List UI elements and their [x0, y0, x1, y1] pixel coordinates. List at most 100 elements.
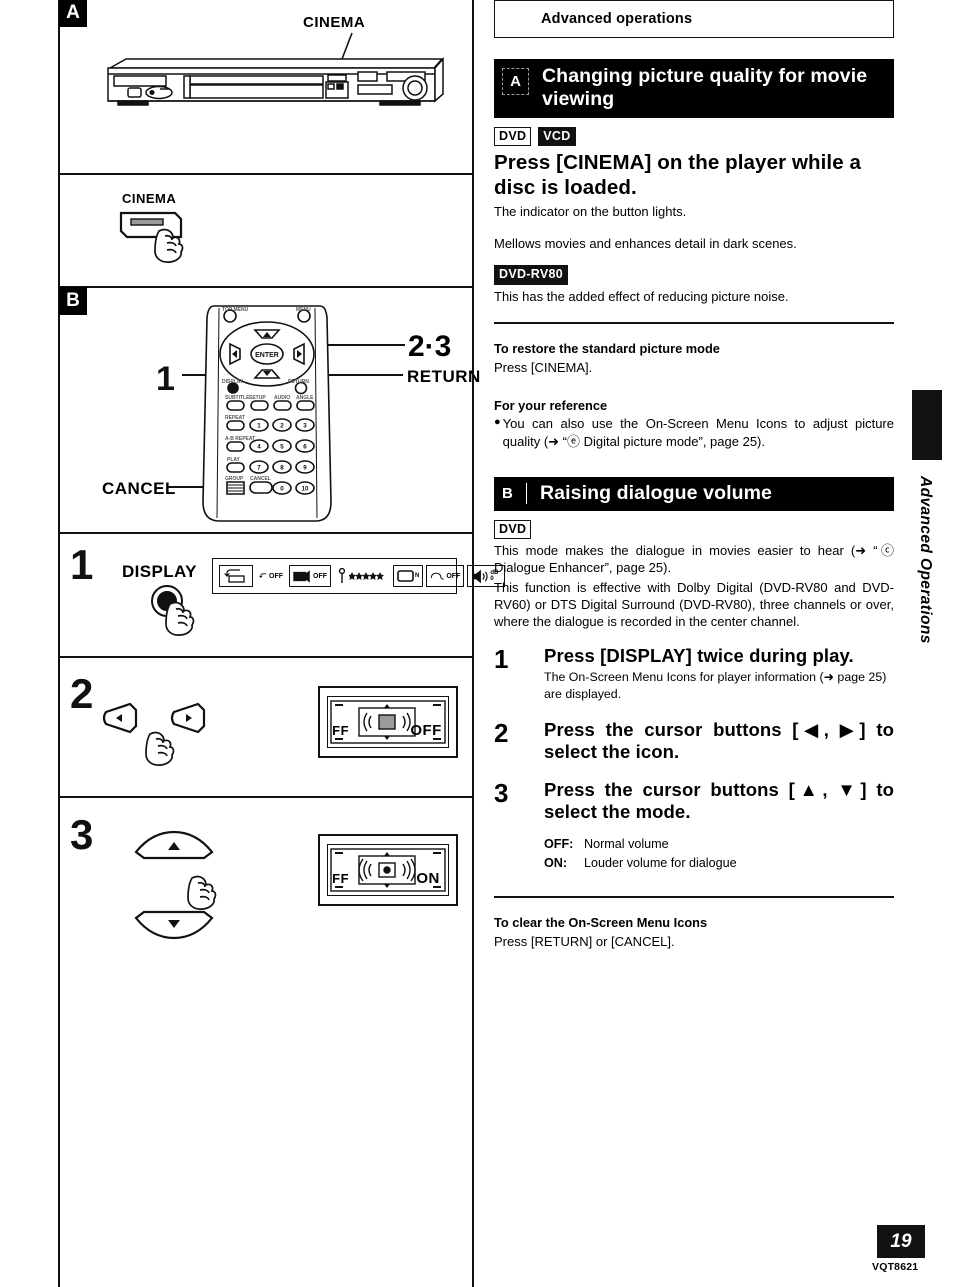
- step-number-1: 1: [70, 541, 94, 588]
- tv-screen-off: FF OFF: [318, 686, 458, 758]
- svg-text:TOP MENU: TOP MENU: [222, 307, 249, 313]
- cinema-button-label: CINEMA: [122, 191, 177, 206]
- svg-text:AUDIO: AUDIO: [274, 395, 290, 401]
- badge-vcd: VCD: [538, 126, 576, 147]
- svg-text:CANCEL: CANCEL: [250, 476, 271, 482]
- svg-text:6: 6: [303, 444, 307, 451]
- side-tab: Advanced Operations: [905, 455, 945, 665]
- mode-value-off: Normal volume: [584, 836, 669, 851]
- reference-bullet: ● You can also use the On-Screen Menu Ic…: [494, 415, 894, 451]
- display-button-label: DISPLAY: [122, 562, 197, 581]
- svg-text:7: 7: [257, 465, 261, 472]
- svg-text:4: 4: [257, 444, 261, 451]
- svg-text:3: 3: [303, 423, 307, 430]
- clear-heading: To clear the On-Screen Menu Icons: [494, 914, 708, 930]
- instruction-detail-1: The On-Screen Menu Icons for player info…: [544, 670, 887, 701]
- play-speed-icon: OFF: [426, 565, 465, 587]
- instruction-heading-3: Press the cursor buttons [▲, ▼] to selec…: [544, 778, 894, 822]
- tv-off-left-label: FF: [332, 722, 350, 738]
- section-a-model-note: This has the added effect of reducing pi…: [494, 288, 789, 304]
- screen-mode-icon: N: [393, 565, 424, 587]
- svg-text:2: 2: [280, 423, 284, 430]
- section-letter-b: B: [502, 482, 527, 504]
- mode-row-off: OFF: Normal volume: [544, 835, 894, 855]
- ud-cursor-illustration: [134, 830, 217, 940]
- svg-text:SUBTITLE: SUBTITLE: [225, 395, 250, 401]
- section-header-b: B Raising dialogue volume: [494, 476, 894, 511]
- tv-on-label: ON: [416, 869, 440, 887]
- instruction-step-3: 3 Press the cursor buttons [▲, ▼] to sel…: [494, 779, 894, 823]
- panel-step-ud: 3 FF ON: [60, 798, 472, 1287]
- section-a-statement: Press [CINEMA] on the player while a dis…: [494, 151, 861, 199]
- tv-screen-on-inner: FF ON: [327, 843, 449, 897]
- mode-row-on: ON: Louder volume for dialogue: [544, 854, 894, 874]
- model-badge-row: DVD-RV80: [494, 265, 894, 285]
- restore-heading: To restore the standard picture mode: [494, 340, 720, 356]
- restore-text: Press [CINEMA].: [494, 359, 593, 375]
- svg-text:5: 5: [280, 444, 284, 451]
- reference-bullet-text: You can also use the On-Screen Menu Icon…: [502, 416, 894, 449]
- instruction-number-2: 2: [494, 718, 509, 749]
- divider-a: [494, 321, 894, 324]
- svg-text:0: 0: [280, 486, 284, 493]
- badge-dvd-rv80: DVD-RV80: [494, 265, 568, 285]
- side-tab-label: Advanced Operations: [917, 476, 934, 644]
- media-badges-b: DVD: [494, 519, 894, 540]
- svg-text:10: 10: [302, 486, 309, 493]
- divider-b: [494, 895, 894, 898]
- svg-text:8: 8: [280, 465, 284, 472]
- mode-key-on: ON:: [544, 856, 568, 871]
- mode-value-on: Louder volume for dialogue: [584, 856, 737, 871]
- repeat-mode-icon: OFF: [256, 565, 286, 587]
- svg-text:DISPLAY: DISPLAY: [222, 379, 244, 385]
- page-number: 19: [890, 1230, 912, 1252]
- instruction-step-1: 1 Press [DISPLAY] twice during play. The…: [494, 645, 894, 702]
- illustration-column: A CINEMA CINEMA B 1 2·3 RETURN CANCEL EN…: [58, 0, 506, 1287]
- badge-dvd: DVD: [494, 126, 532, 147]
- svg-text:SETUP: SETUP: [249, 395, 266, 401]
- section-b-intro-2: This function is effective with Dolby Di…: [494, 579, 894, 629]
- running-head-box: Advanced operations: [494, 0, 894, 38]
- side-tab-block: [912, 390, 942, 460]
- step-number-3: 3: [70, 811, 94, 858]
- tv-off-label: OFF: [410, 721, 442, 739]
- media-badges-a: DVD VCD: [494, 126, 894, 147]
- panel-cinema-button: CINEMA: [60, 175, 472, 288]
- mode-list: OFF: Normal volume ON: Louder volume for…: [544, 835, 894, 874]
- badge-dvd-b: DVD: [494, 519, 532, 540]
- section-header-a: A Changing picture quality for movie vie…: [494, 59, 894, 118]
- clear-text: Press [RETURN] or [CANCEL].: [494, 933, 675, 949]
- section-letter-a: A: [502, 68, 529, 95]
- instruction-step-2: 2 Press the cursor buttons [◀, ▶] to sel…: [494, 719, 894, 763]
- svg-text:ENTER: ENTER: [255, 352, 279, 359]
- document-code: VQT8621: [872, 1261, 919, 1273]
- svg-text:MENU: MENU: [296, 307, 311, 313]
- remote-illustration: ENTER 1 2 3 4 5 6 7 8 9 0 10 TOP MENU ME…: [202, 305, 332, 522]
- instruction-heading-1: Press [DISPLAY] twice during play.: [544, 645, 854, 666]
- instruction-number-1: 1: [494, 644, 509, 674]
- picture-mode-icon: [334, 565, 390, 587]
- section-a-description: Mellows movies and enhances detail in da…: [494, 236, 797, 252]
- marker-label: OFF: [313, 572, 327, 580]
- dvd-player-illustration: [107, 57, 444, 106]
- osd-icon-bar: OFF OFF N OFF dB 0: [212, 558, 506, 594]
- panel-remote-control: B 1 2·3 RETURN CANCEL ENTER 1 2 3 4 5 6 …: [60, 288, 480, 534]
- section-a-statement-note: The indicator on the button lights.: [494, 203, 687, 219]
- play-speed-label: OFF: [446, 572, 461, 580]
- section-title-a: Changing picture quality for movie viewi…: [542, 65, 868, 110]
- marker-icon: OFF: [289, 565, 331, 587]
- panel-step-lr: 2 FF OFF: [60, 658, 472, 798]
- tv-screen-off-inner: FF OFF: [327, 695, 449, 749]
- svg-text:9: 9: [303, 465, 307, 472]
- instruction-number-3: 3: [494, 777, 509, 808]
- section-title-b: Raising dialogue volume: [540, 481, 773, 504]
- panel-step-display: 1 DISPLAY OFF OFF N OFF dB 0: [60, 534, 506, 658]
- svg-text:REPEAT: REPEAT: [225, 415, 245, 421]
- repeat-play-icon: [219, 565, 253, 587]
- svg-text:RETURN: RETURN: [288, 379, 309, 385]
- page-number-block: 19: [877, 1225, 925, 1258]
- svg-text:PLAY: PLAY: [227, 457, 241, 463]
- screen-mode-label: N: [415, 573, 420, 579]
- reference-heading: For your reference: [494, 398, 608, 414]
- repeat-mode-label: OFF: [269, 572, 283, 580]
